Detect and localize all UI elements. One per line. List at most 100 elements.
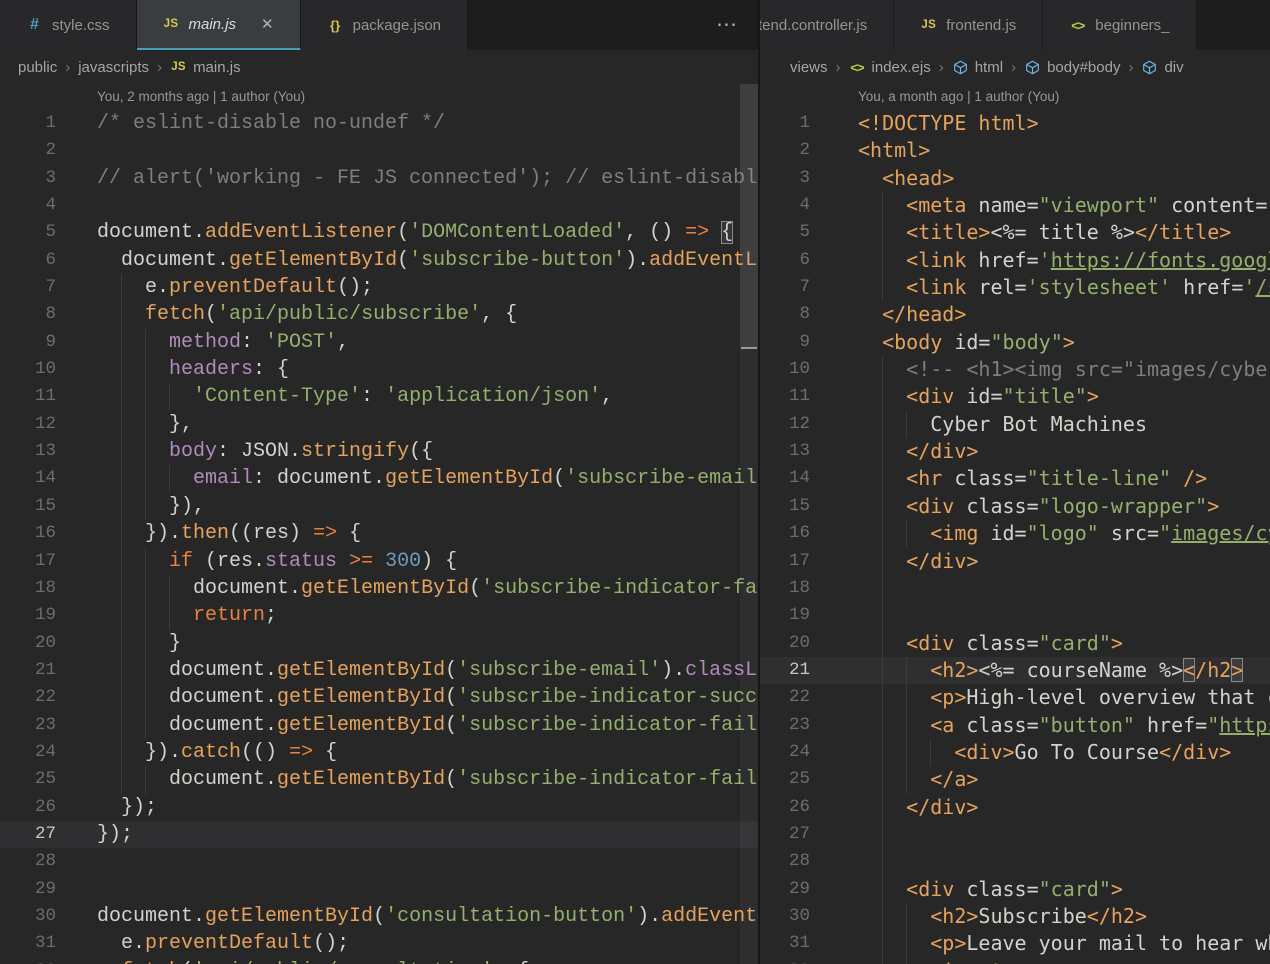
token: (	[445, 714, 457, 737]
breadcrumb-item-views[interactable]: views	[790, 59, 828, 76]
token: <!-- <h1><img src="images/cyber-bot-mach…	[906, 357, 1270, 381]
line-content: // alert('working - FE JS connected'); /…	[56, 165, 758, 192]
code-line[interactable]: 20 }	[0, 630, 758, 657]
scrollbar-thumb[interactable]	[740, 84, 758, 348]
code-line[interactable]: 6 <link href='https://fonts.googleapis.c…	[760, 247, 1270, 274]
code-line[interactable]: 3 <head>	[760, 165, 1270, 192]
code-line[interactable]: 16 }).then((res) => {	[0, 520, 758, 547]
code-line[interactable]: 21 <h2><%= courseName %></h2>	[760, 657, 1270, 684]
code-line[interactable]: 24 }).catch(() => {	[0, 739, 758, 766]
codelens-right[interactable]: You, a month ago | 1 author (You)	[858, 84, 1270, 110]
code-line[interactable]: 10 headers: {	[0, 356, 758, 383]
tab-tend.controller.js[interactable]: tend.controller.js	[760, 0, 894, 50]
code-line[interactable]: 5 <title><%= title %></title>	[760, 219, 1270, 246]
code-line[interactable]: 12 Cyber Bot Machines	[760, 411, 1270, 438]
breadcrumb-item-main.js[interactable]: JSmain.js	[170, 59, 241, 76]
code-line[interactable]: 29 <div class="card">	[760, 876, 1270, 903]
token: then	[181, 522, 229, 545]
code-line[interactable]: 2	[0, 137, 758, 164]
line-content: }).catch(() => {	[56, 739, 758, 766]
scrollbar-left[interactable]	[740, 84, 758, 964]
code-line[interactable]: 25 document.getElementById('subscribe-in…	[0, 766, 758, 793]
breadcrumb-label: views	[790, 59, 828, 76]
code-line[interactable]: 24 <div>Go To Course</div>	[760, 739, 1270, 766]
code-line[interactable]: 15 <div class="logo-wrapper">	[760, 493, 1270, 520]
code-line[interactable]: 18 document.getElementById('subscribe-in…	[0, 575, 758, 602]
code-line[interactable]: 32 fetch('api/public/consultation', {	[0, 958, 758, 964]
breadcrumb-item-bodybody[interactable]: body#body	[1024, 59, 1120, 76]
code-line[interactable]: 5document.addEventListener('DOMContentLo…	[0, 219, 758, 246]
code-line[interactable]: 15 }),	[0, 493, 758, 520]
code-line[interactable]: 6 document.getElementById('subscribe-but…	[0, 247, 758, 274]
code-line[interactable]: 18	[760, 575, 1270, 602]
line-content: fetch('api/public/consultation', {	[56, 958, 758, 964]
code-line[interactable]: 20 <div class="card">	[760, 630, 1270, 657]
code-line[interactable]: 23 document.getElementById('subscribe-in…	[0, 712, 758, 739]
code-line[interactable]: 31 <p>Leave your mail to hear when new c…	[760, 930, 1270, 957]
code-line[interactable]: 19	[760, 602, 1270, 629]
code-line[interactable]: 8 fetch('api/public/subscribe', {	[0, 301, 758, 328]
code-line[interactable]: 28	[760, 848, 1270, 875]
code-line[interactable]: 16 <img id="logo" src="images/cyber-bot-…	[760, 520, 1270, 547]
code-line[interactable]: 17 if (res.status >= 300) {	[0, 548, 758, 575]
code-line[interactable]: 21 document.getElementById('subscribe-em…	[0, 657, 758, 684]
code-line[interactable]: 12 },	[0, 411, 758, 438]
code-line[interactable]: 11 <div id="title">	[760, 383, 1270, 410]
breadcrumb-item-div[interactable]: div	[1141, 59, 1183, 76]
code-line[interactable]: 9 <body id="body">	[760, 329, 1270, 356]
code-line[interactable]: 22 document.getElementById('subscribe-in…	[0, 684, 758, 711]
codelens-left[interactable]: You, 2 months ago | 1 author (You)	[97, 84, 758, 110]
code-line[interactable]: 11 'Content-Type': 'application/json',	[0, 383, 758, 410]
code-line[interactable]: 13 </div>	[760, 438, 1270, 465]
code-line[interactable]: 26 });	[0, 794, 758, 821]
code-line[interactable]: 1/* eslint-disable no-undef */	[0, 110, 758, 137]
indent-guide	[882, 739, 883, 766]
code-line[interactable]: 3// alert('working - FE JS connected'); …	[0, 165, 758, 192]
code-line[interactable]: 10 <!-- <h1><img src="images/cyber-bot-m…	[760, 356, 1270, 383]
code-line[interactable]: 27});	[0, 821, 758, 848]
tab-package.json[interactable]: {}package.json	[301, 0, 468, 50]
tab-main.js[interactable]: JSmain.js✕	[137, 0, 301, 50]
code-line[interactable]: 14 <hr class="title-line" />	[760, 465, 1270, 492]
code-line[interactable]: 32 <input	[760, 958, 1270, 964]
code-line[interactable]: 17 </div>	[760, 548, 1270, 575]
code-line[interactable]: 14 email: document.getElementById('subsc…	[0, 465, 758, 492]
breadcrumb-separator: ›	[65, 59, 70, 76]
code-line[interactable]: 1<!DOCTYPE html>	[760, 110, 1270, 137]
code-line[interactable]: 13 body: JSON.stringify({	[0, 438, 758, 465]
code-line[interactable]: 4	[0, 192, 758, 219]
breadcrumb-item-html[interactable]: html	[952, 59, 1003, 76]
token: (()	[241, 741, 289, 764]
code-line[interactable]: 30document.getElementById('consultation-…	[0, 903, 758, 930]
line-content: document.getElementById('subscribe-indic…	[56, 575, 758, 602]
code-line[interactable]: 19 return;	[0, 602, 758, 629]
code-line[interactable]: 25 </a>	[760, 766, 1270, 793]
breadcrumb-item-index.ejs[interactable]: <>index.ejs	[849, 59, 931, 76]
more-actions-button[interactable]: ⋯	[716, 0, 738, 48]
tab-beginners_[interactable]: <>beginners_	[1043, 0, 1196, 50]
code-line[interactable]: 7 e.preventDefault();	[0, 274, 758, 301]
code-line[interactable]: 26 </div>	[760, 794, 1270, 821]
code-line[interactable]: 27	[760, 821, 1270, 848]
code-line[interactable]: 28	[0, 848, 758, 875]
breadcrumb-item-public[interactable]: public	[18, 59, 57, 76]
close-icon[interactable]: ✕	[261, 17, 274, 32]
code-line[interactable]: 22 <p>High-level overview that covers th…	[760, 684, 1270, 711]
code-line[interactable]: 29	[0, 876, 758, 903]
breadcrumb-item-javascripts[interactable]: javascripts	[78, 59, 149, 76]
line-number: 27	[0, 821, 56, 848]
token: }),	[169, 495, 205, 518]
code-line[interactable]: 4 <meta name="viewport" content="width=d…	[760, 192, 1270, 219]
code-line[interactable]: 8 </head>	[760, 301, 1270, 328]
tab-frontend.js[interactable]: JSfrontend.js	[894, 0, 1043, 50]
code-line[interactable]: 2<html>	[760, 137, 1270, 164]
code-line[interactable]: 30 <h2>Subscribe</h2>	[760, 903, 1270, 930]
indent-guide	[121, 766, 122, 793]
editor-left[interactable]: You, 2 months ago | 1 author (You) 1/* e…	[0, 84, 758, 964]
tab-style.css[interactable]: #style.css	[0, 0, 137, 50]
code-line[interactable]: 9 method: 'POST',	[0, 329, 758, 356]
code-line[interactable]: 23 <a class="button" href="https://www.y…	[760, 712, 1270, 739]
code-line[interactable]: 31 e.preventDefault();	[0, 930, 758, 957]
code-line[interactable]: 7 <link rel='stylesheet' href='/styleshe…	[760, 274, 1270, 301]
editor-right[interactable]: You, a month ago | 1 author (You) 1<!DOC…	[760, 84, 1270, 964]
